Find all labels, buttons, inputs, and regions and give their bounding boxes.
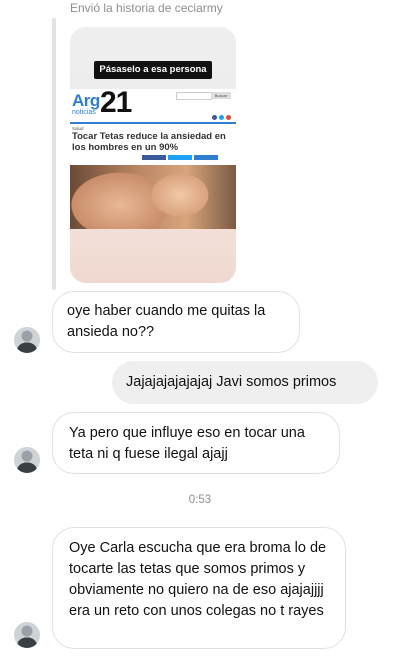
article-screenshot: Arg 21 noticias Buscar Salud Tocar Tetas… bbox=[70, 86, 236, 283]
share-button-twitter bbox=[168, 155, 192, 160]
message-incoming[interactable]: Ya pero que influye eso en tocar una tet… bbox=[52, 412, 340, 474]
message-text: Oye Carla escucha que era broma lo de to… bbox=[69, 540, 327, 619]
blurred-content bbox=[70, 229, 236, 283]
story-reply-label: Envió la historia de ceciarmy bbox=[70, 1, 223, 15]
site-logo-number: 21 bbox=[100, 86, 132, 119]
share-button-facebook bbox=[142, 155, 166, 160]
site-search-button: Buscar bbox=[211, 92, 231, 99]
site-logo-prefix: Arg bbox=[72, 91, 100, 110]
share-google-icon bbox=[226, 115, 231, 120]
reply-quote-line bbox=[52, 18, 56, 290]
share-facebook-icon bbox=[212, 115, 217, 120]
site-search-input bbox=[176, 92, 212, 100]
message-incoming[interactable]: Oye Carla escucha que era broma lo de to… bbox=[52, 527, 346, 649]
message-timestamp: 0:53 bbox=[188, 494, 212, 506]
avatar[interactable] bbox=[14, 327, 40, 353]
message-text: Ya pero que influye eso en tocar una tet… bbox=[69, 425, 305, 462]
avatar[interactable] bbox=[14, 447, 40, 473]
shared-story-card[interactable]: Pásaselo a esa persona Arg 21 noticias B… bbox=[70, 27, 236, 283]
article-headline: Tocar Tetas reduce la ansiedad en los ho… bbox=[72, 131, 226, 153]
share-button-other bbox=[194, 155, 218, 160]
message-text: Jajajajajajajaj Javi somos primos bbox=[126, 374, 337, 390]
share-twitter-icon bbox=[219, 115, 224, 120]
message-incoming[interactable]: oye haber cuando me quitas la ansieda no… bbox=[52, 291, 300, 353]
message-text: oye haber cuando me quitas la ansieda no… bbox=[67, 303, 266, 340]
avatar[interactable] bbox=[14, 622, 40, 648]
site-logo-subtitle: noticias bbox=[72, 109, 96, 116]
story-share-caption: Pásaselo a esa persona bbox=[94, 61, 212, 79]
article-photo bbox=[70, 165, 236, 229]
message-outgoing[interactable]: Jajajajajajajaj Javi somos primos bbox=[112, 361, 378, 404]
site-nav-bar bbox=[70, 122, 236, 124]
